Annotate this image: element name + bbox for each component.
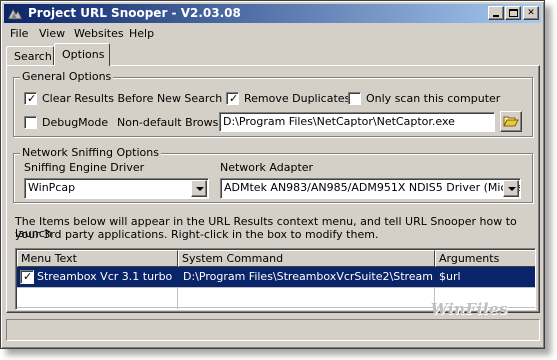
browser-path-field[interactable]: D:\Program Files\NetCaptor\NetCaptor.exe <box>219 112 495 132</box>
main-window: Project URL Snooper - V2.03.08 ✕ File Vi… <box>0 0 545 349</box>
general-options-group: General Options ✓ Clear Results Before N… <box>13 70 533 137</box>
watermark-logo: WinFiles <box>430 300 508 318</box>
checkmark-icon: ✓ <box>27 92 37 105</box>
grid-divider <box>177 287 178 309</box>
adapter-value: ADMtek AN983/AN985/ADM951X NDIS5 Driver … <box>224 181 521 194</box>
column-header-system-command[interactable]: System Command <box>178 250 435 267</box>
menu-bar: File View Websites Help <box>4 25 541 43</box>
tab-options[interactable]: Options <box>54 43 110 66</box>
clear-results-label: Clear Results Before New Search <box>42 92 223 105</box>
table-row[interactable]: ✓ Streambox Vcr 3.1 turbo D:\Program Fil… <box>17 267 535 287</box>
arguments-cell: $url <box>439 270 461 283</box>
column-header-menu-text[interactable]: Menu Text <box>17 250 178 267</box>
remove-duplicates-checkbox[interactable]: ✓ Remove Duplicates <box>226 92 350 106</box>
engine-value: WinPcap <box>28 181 76 194</box>
debug-mode-label: DebugMode <box>42 116 109 129</box>
info-text-line2: your 3rd party applications. Right-click… <box>15 228 379 241</box>
menu-help[interactable]: Help <box>129 27 154 41</box>
network-options-title: Network Sniffing Options <box>20 146 161 160</box>
browser-label: Non-default Browser: <box>117 116 234 129</box>
row-checkbox[interactable]: ✓ <box>20 270 34 284</box>
only-scan-checkbox[interactable]: Only scan this computer <box>348 92 500 106</box>
chevron-down-icon[interactable] <box>503 180 519 197</box>
maximize-button[interactable] <box>505 6 521 20</box>
network-options-group: Network Sniffing Options Sniffing Engine… <box>13 146 533 203</box>
maximize-icon <box>509 9 518 17</box>
command-cell: D:\Program Files\StreamboxVcrSuite2\Stre… <box>183 270 433 283</box>
checkmark-icon: ✓ <box>229 92 239 105</box>
tab-search[interactable]: Search <box>6 46 54 66</box>
status-bar <box>6 319 540 341</box>
title-bar[interactable]: Project URL Snooper - V2.03.08 ✕ <box>4 4 541 23</box>
tab-strip: Search Options <box>6 43 536 67</box>
column-header-arguments[interactable]: Arguments <box>435 250 535 267</box>
adapter-dropdown[interactable]: ADMtek AN983/AN985/ADM951X NDIS5 Driver … <box>220 178 521 199</box>
clear-results-checkbox[interactable]: ✓ Clear Results Before New Search <box>24 92 222 106</box>
adapter-label: Network Adapter <box>220 161 314 174</box>
menu-text-cell: Streambox Vcr 3.1 turbo <box>37 270 173 283</box>
checkbox-box: ✓ <box>24 92 37 105</box>
menu-websites[interactable]: Websites <box>74 27 124 41</box>
menu-view[interactable]: View <box>39 27 65 41</box>
close-icon: ✕ <box>527 8 535 18</box>
only-scan-label: Only scan this computer <box>366 92 501 105</box>
menu-file[interactable]: File <box>10 27 28 41</box>
app-icon <box>7 7 23 20</box>
chevron-down-icon[interactable] <box>191 180 207 197</box>
browse-folder-button[interactable] <box>500 111 522 132</box>
remove-duplicates-label: Remove Duplicates <box>244 92 351 105</box>
engine-dropdown[interactable]: WinPcap <box>24 178 209 199</box>
checkbox-box <box>348 92 361 105</box>
debug-mode-checkbox[interactable]: DebugMode <box>24 116 108 130</box>
minimize-icon <box>493 15 499 17</box>
folder-open-icon <box>503 116 519 127</box>
grid-divider <box>17 287 535 288</box>
window-title: Project URL Snooper - V2.03.08 <box>28 6 241 20</box>
checkmark-icon: ✓ <box>23 270 33 283</box>
checkbox-box <box>24 116 37 129</box>
close-button[interactable]: ✕ <box>523 6 539 20</box>
engine-label: Sniffing Engine Driver <box>24 161 145 174</box>
minimize-button[interactable] <box>488 6 504 20</box>
general-options-title: General Options <box>20 70 114 84</box>
checkbox-box: ✓ <box>226 92 239 105</box>
options-panel: General Options ✓ Clear Results Before N… <box>6 65 540 313</box>
